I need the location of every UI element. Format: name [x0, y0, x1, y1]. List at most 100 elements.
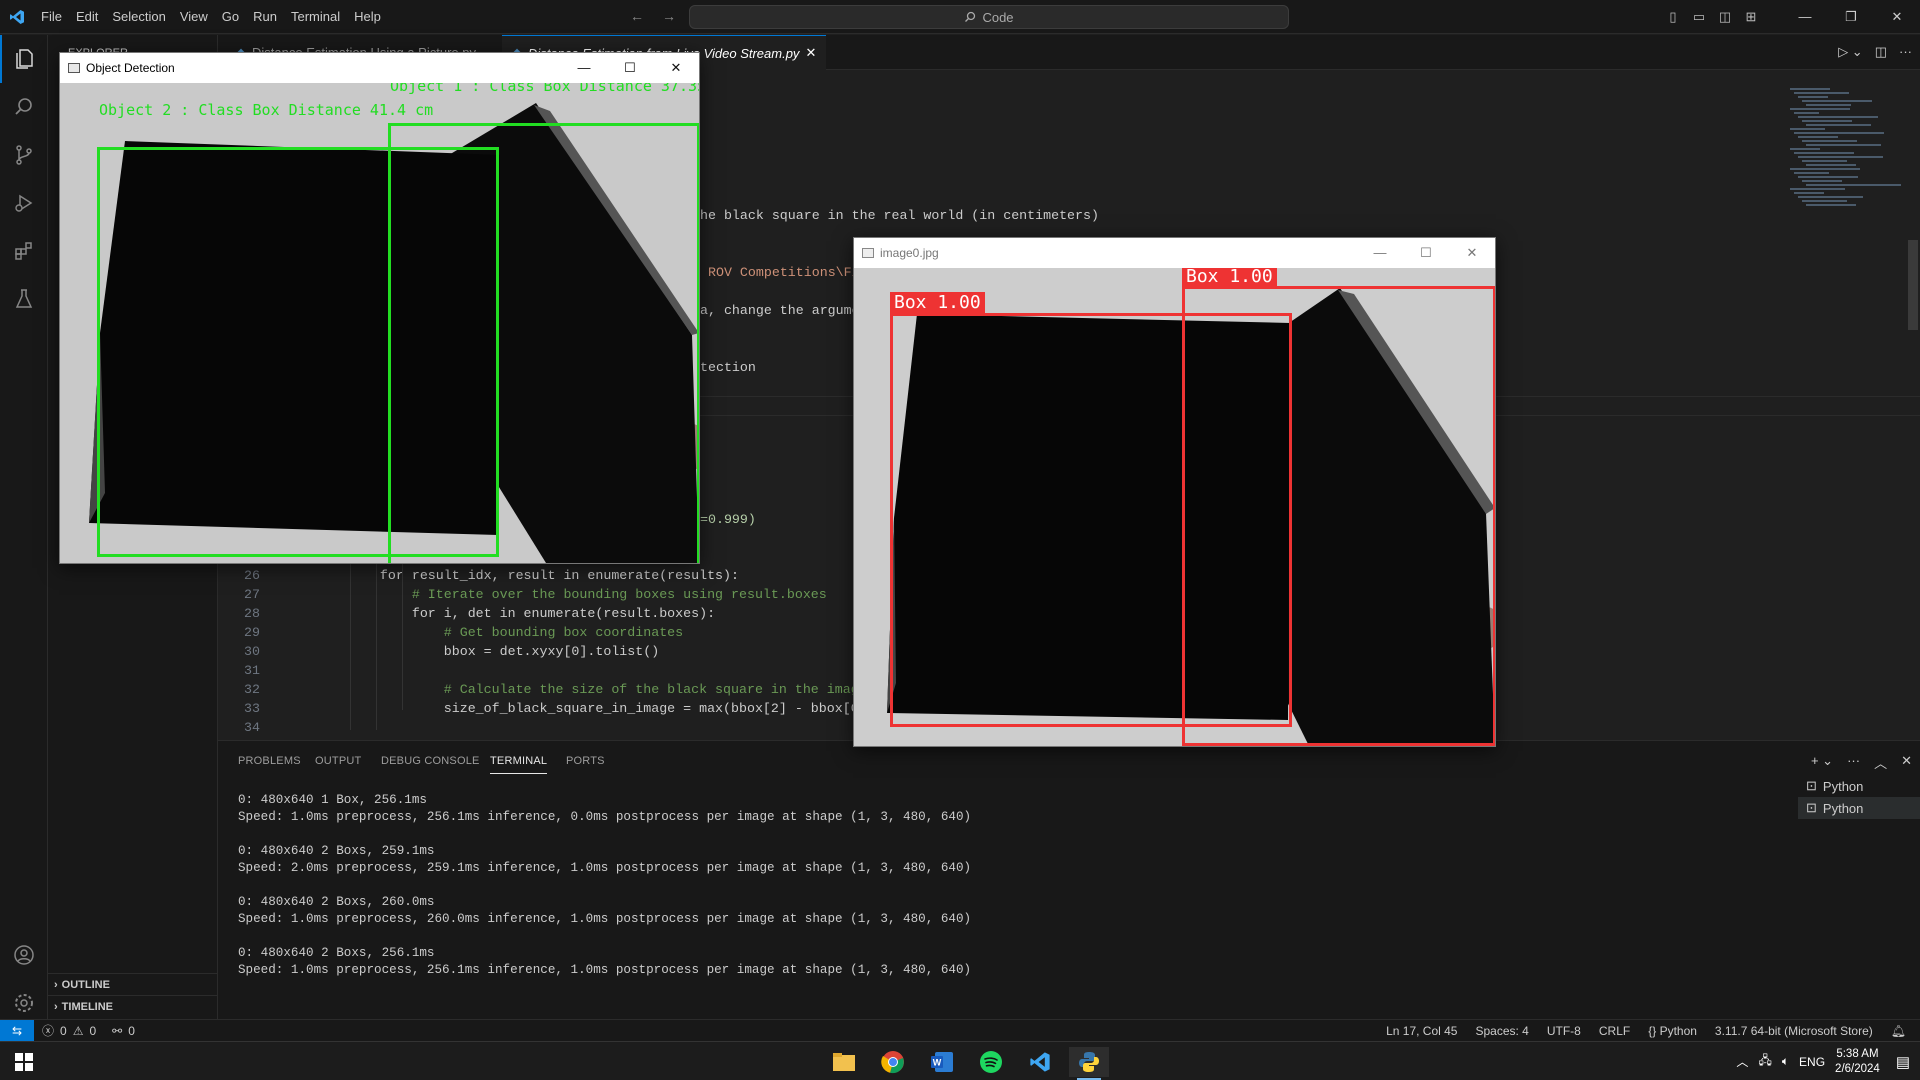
object-detection-window[interactable]: Object Detection — ☐ ✕ Object 1 : Class … [59, 52, 700, 564]
vscode-taskbar-icon[interactable] [1020, 1047, 1060, 1077]
toggle-panel-icon[interactable]: ▭ [1686, 9, 1712, 25]
maximize-button[interactable]: ☐ [607, 53, 653, 83]
split-editor-icon[interactable]: ◫ [1875, 44, 1887, 60]
menu-help[interactable]: Help [347, 0, 388, 34]
terminal-line: 0: 480x640 2 Boxs, 256.1ms [238, 946, 435, 960]
terminal-line: 0: 480x640 2 Boxs, 259.1ms [238, 844, 435, 858]
terminal-item[interactable]: ⊡ Python [1798, 775, 1920, 797]
cursor-position[interactable]: Ln 17, Col 45 [1386, 1024, 1457, 1038]
more-actions-icon[interactable]: ··· [1899, 44, 1912, 60]
python-interpreter[interactable]: 3.11.7 64-bit (Microsoft Store) [1715, 1024, 1873, 1038]
menu-edit[interactable]: Edit [69, 0, 105, 34]
menu-view[interactable]: View [173, 0, 215, 34]
minimap-line [1806, 164, 1856, 166]
detection-label-2: Box 1.00 [1182, 268, 1277, 288]
extensions-icon[interactable] [0, 227, 48, 275]
outline-label: OUTLINE [61, 978, 110, 991]
notification-center-icon[interactable]: ▤ [1896, 1053, 1910, 1071]
python-taskbar-icon[interactable] [1069, 1047, 1109, 1080]
tab-problems[interactable]: PROBLEMS [238, 755, 301, 767]
forward-arrow-icon[interactable]: → [662, 8, 676, 24]
back-arrow-icon[interactable]: ← [630, 8, 644, 24]
indentation[interactable]: Spaces: 4 [1475, 1024, 1528, 1038]
chrome-icon[interactable] [873, 1047, 913, 1077]
minimap-line [1806, 144, 1881, 146]
terminal-icon: ⊡ [1806, 778, 1817, 793]
minimap-line [1794, 152, 1854, 154]
source-control-icon[interactable] [0, 131, 48, 179]
file-explorer-icon[interactable] [824, 1047, 864, 1077]
vscode-logo-icon [0, 0, 34, 34]
testing-icon[interactable] [0, 275, 48, 323]
input-language[interactable]: ENG [1799, 1055, 1825, 1069]
close-tab-icon[interactable]: ✕ [805, 45, 816, 61]
line-text: for result_idx, result in enumerate(resu… [348, 568, 739, 583]
remote-indicator-icon[interactable]: ⇆ [0, 1019, 34, 1042]
windows-start-icon[interactable] [4, 1047, 44, 1077]
menu-terminal[interactable]: Terminal [284, 0, 347, 34]
line-ending[interactable]: CRLF [1599, 1024, 1630, 1038]
code-fragment: tection [700, 360, 756, 375]
timeline-label: TIMELINE [61, 1000, 114, 1013]
clock[interactable]: 5:38 AM 2/6/2024 [1835, 1047, 1880, 1077]
toggle-secondary-sidebar-icon[interactable]: ◫ [1712, 9, 1738, 25]
notifications-bell-icon[interactable]: 🔔︎ [1891, 1024, 1906, 1038]
explorer-icon[interactable] [0, 35, 48, 83]
code-fragment: a, change the argume [700, 303, 860, 318]
menu-run[interactable]: Run [246, 0, 284, 34]
toggle-sidebar-icon[interactable]: ▯ [1660, 9, 1686, 25]
title-right-controls: ▯ ▭ ◫ ⊞ — ❐ ✕ [1660, 0, 1920, 34]
windows-taskbar: W ︿ 🖧︎ 🔈︎ ENG 5:38 AM 2/6/2024 ▤ [0, 1041, 1920, 1080]
language-mode[interactable]: {} Python [1648, 1024, 1697, 1038]
editor-scrollbar[interactable] [1908, 240, 1918, 330]
tab-terminal[interactable]: TERMINAL [490, 755, 548, 774]
line-number: 30 [244, 644, 260, 659]
outline-section[interactable]: › OUTLINE [48, 973, 218, 995]
ports-count: 0 [128, 1023, 135, 1038]
close-button[interactable]: ✕ [1449, 238, 1495, 268]
run-file-icon[interactable]: ▷ ⌄ [1838, 44, 1863, 60]
terminal-name: Python [1822, 778, 1864, 794]
encoding[interactable]: UTF-8 [1547, 1024, 1581, 1038]
search-icon[interactable] [0, 83, 48, 131]
minimap-line [1790, 128, 1825, 130]
minimap-line [1790, 108, 1850, 110]
accounts-icon[interactable] [0, 931, 48, 979]
detection-result-frame: Box 1.00 Box 1.00 [854, 268, 1495, 746]
tab-debug-console[interactable]: DEBUG CONSOLE [381, 755, 480, 767]
image0-window[interactable]: image0.jpg — ☐ ✕ Box 1.00 Box 1.00 [853, 237, 1496, 747]
minimap-line [1806, 204, 1856, 206]
maximize-panel-icon[interactable]: ︿ [1874, 753, 1887, 772]
run-debug-icon[interactable] [0, 179, 48, 227]
restore-button[interactable]: ❐ [1828, 9, 1874, 25]
spotify-icon[interactable] [971, 1047, 1011, 1077]
detection-label-1: Box 1.00 [890, 292, 985, 314]
volume-icon[interactable]: 🔈︎ [1782, 1054, 1789, 1069]
close-panel-icon[interactable]: ✕ [1901, 753, 1912, 772]
new-terminal-icon[interactable]: + ⌄ [1811, 753, 1833, 772]
word-icon[interactable]: W [922, 1047, 962, 1077]
menu-go[interactable]: Go [215, 0, 246, 34]
problems-summary[interactable]: ⓧ 0 ⚠ 0 ⚯ 0 [42, 1022, 135, 1039]
line-number: 34 [244, 720, 260, 735]
timeline-section[interactable]: › TIMELINE [48, 995, 218, 1017]
minimize-button[interactable]: — [1782, 9, 1828, 25]
minimize-button[interactable]: — [561, 53, 607, 83]
network-icon[interactable]: 🖧︎ [1758, 1051, 1771, 1072]
close-button[interactable]: ✕ [653, 53, 699, 83]
menu-selection[interactable]: Selection [105, 0, 172, 34]
tab-ports[interactable]: PORTS [566, 755, 605, 767]
close-button[interactable]: ✕ [1874, 9, 1920, 25]
terminal-item[interactable]: ⊡ Python [1798, 797, 1920, 819]
minimap-line [1802, 100, 1872, 102]
show-hidden-icons-icon[interactable]: ︿ [1736, 1053, 1748, 1070]
minimize-button[interactable]: — [1357, 238, 1403, 268]
customize-layout-icon[interactable]: ⊞ [1738, 9, 1764, 25]
command-center[interactable]: Code [689, 5, 1289, 29]
activity-bar [0, 35, 48, 1019]
menu-file[interactable]: File [34, 0, 69, 34]
minimap[interactable] [1790, 88, 1910, 218]
tab-output[interactable]: OUTPUT [315, 755, 361, 767]
more-actions-icon[interactable]: ··· [1847, 753, 1860, 772]
maximize-button[interactable]: ☐ [1403, 238, 1449, 268]
